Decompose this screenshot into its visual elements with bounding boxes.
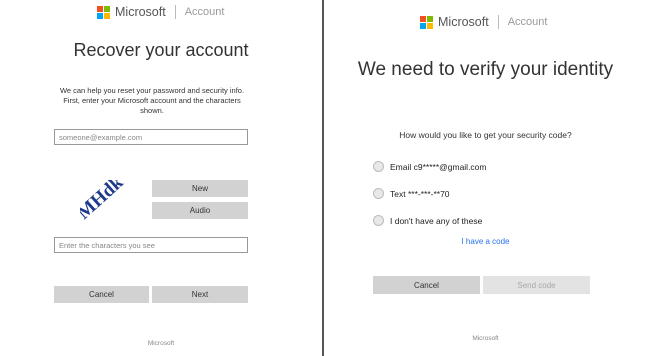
option-label: Text ***-***-**70 <box>390 188 450 199</box>
cancel-button[interactable]: Cancel <box>373 276 480 294</box>
brand-section: Account <box>184 6 225 18</box>
option-text[interactable]: Text ***-***-**70 <box>373 188 450 199</box>
recover-account-page: Microsoft Account Recover your account W… <box>0 0 322 356</box>
brand-separator <box>497 15 499 29</box>
security-code-question: How would you like to get your security … <box>399 130 572 140</box>
footer-brand: Microsoft <box>472 335 499 342</box>
radio-button[interactable] <box>373 188 384 199</box>
page-description: We can help you reset your password and … <box>59 86 245 115</box>
brand-separator <box>174 5 176 19</box>
audio-captcha-button[interactable]: Audio <box>152 202 248 219</box>
microsoft-logo-icon <box>97 5 110 19</box>
email-field[interactable] <box>54 129 248 145</box>
microsoft-logo-icon <box>420 15 433 29</box>
option-label: Email c9*****@gmail.com <box>390 161 487 172</box>
footer-brand: Microsoft <box>147 340 175 347</box>
verify-identity-page: Microsoft Account We need to verify your… <box>324 0 647 356</box>
brand-header: Microsoft Account <box>97 5 224 19</box>
page-title: We need to verify your identity <box>357 59 614 80</box>
brand-name: Microsoft <box>115 5 166 19</box>
captcha-image-icon: MHdk <box>80 180 128 224</box>
option-label: I don't have any of these <box>390 215 483 226</box>
next-button[interactable]: Next <box>152 286 248 303</box>
radio-button[interactable] <box>373 161 384 172</box>
brand-section: Account <box>507 16 548 28</box>
captcha-text: MHdk <box>80 180 128 224</box>
radio-button[interactable] <box>373 215 384 226</box>
new-captcha-button[interactable]: New <box>152 180 248 197</box>
brand-header: Microsoft Account <box>420 15 547 29</box>
brand-name: Microsoft <box>438 15 489 29</box>
send-code-button[interactable]: Send code <box>483 276 590 294</box>
page-title: Recover your account <box>73 40 249 60</box>
have-code-link[interactable]: I have a code <box>324 237 647 246</box>
option-none[interactable]: I don't have any of these <box>373 215 482 226</box>
cancel-button[interactable]: Cancel <box>54 286 149 303</box>
captcha-characters-field[interactable] <box>54 237 248 253</box>
option-email[interactable]: Email c9*****@gmail.com <box>373 161 487 172</box>
